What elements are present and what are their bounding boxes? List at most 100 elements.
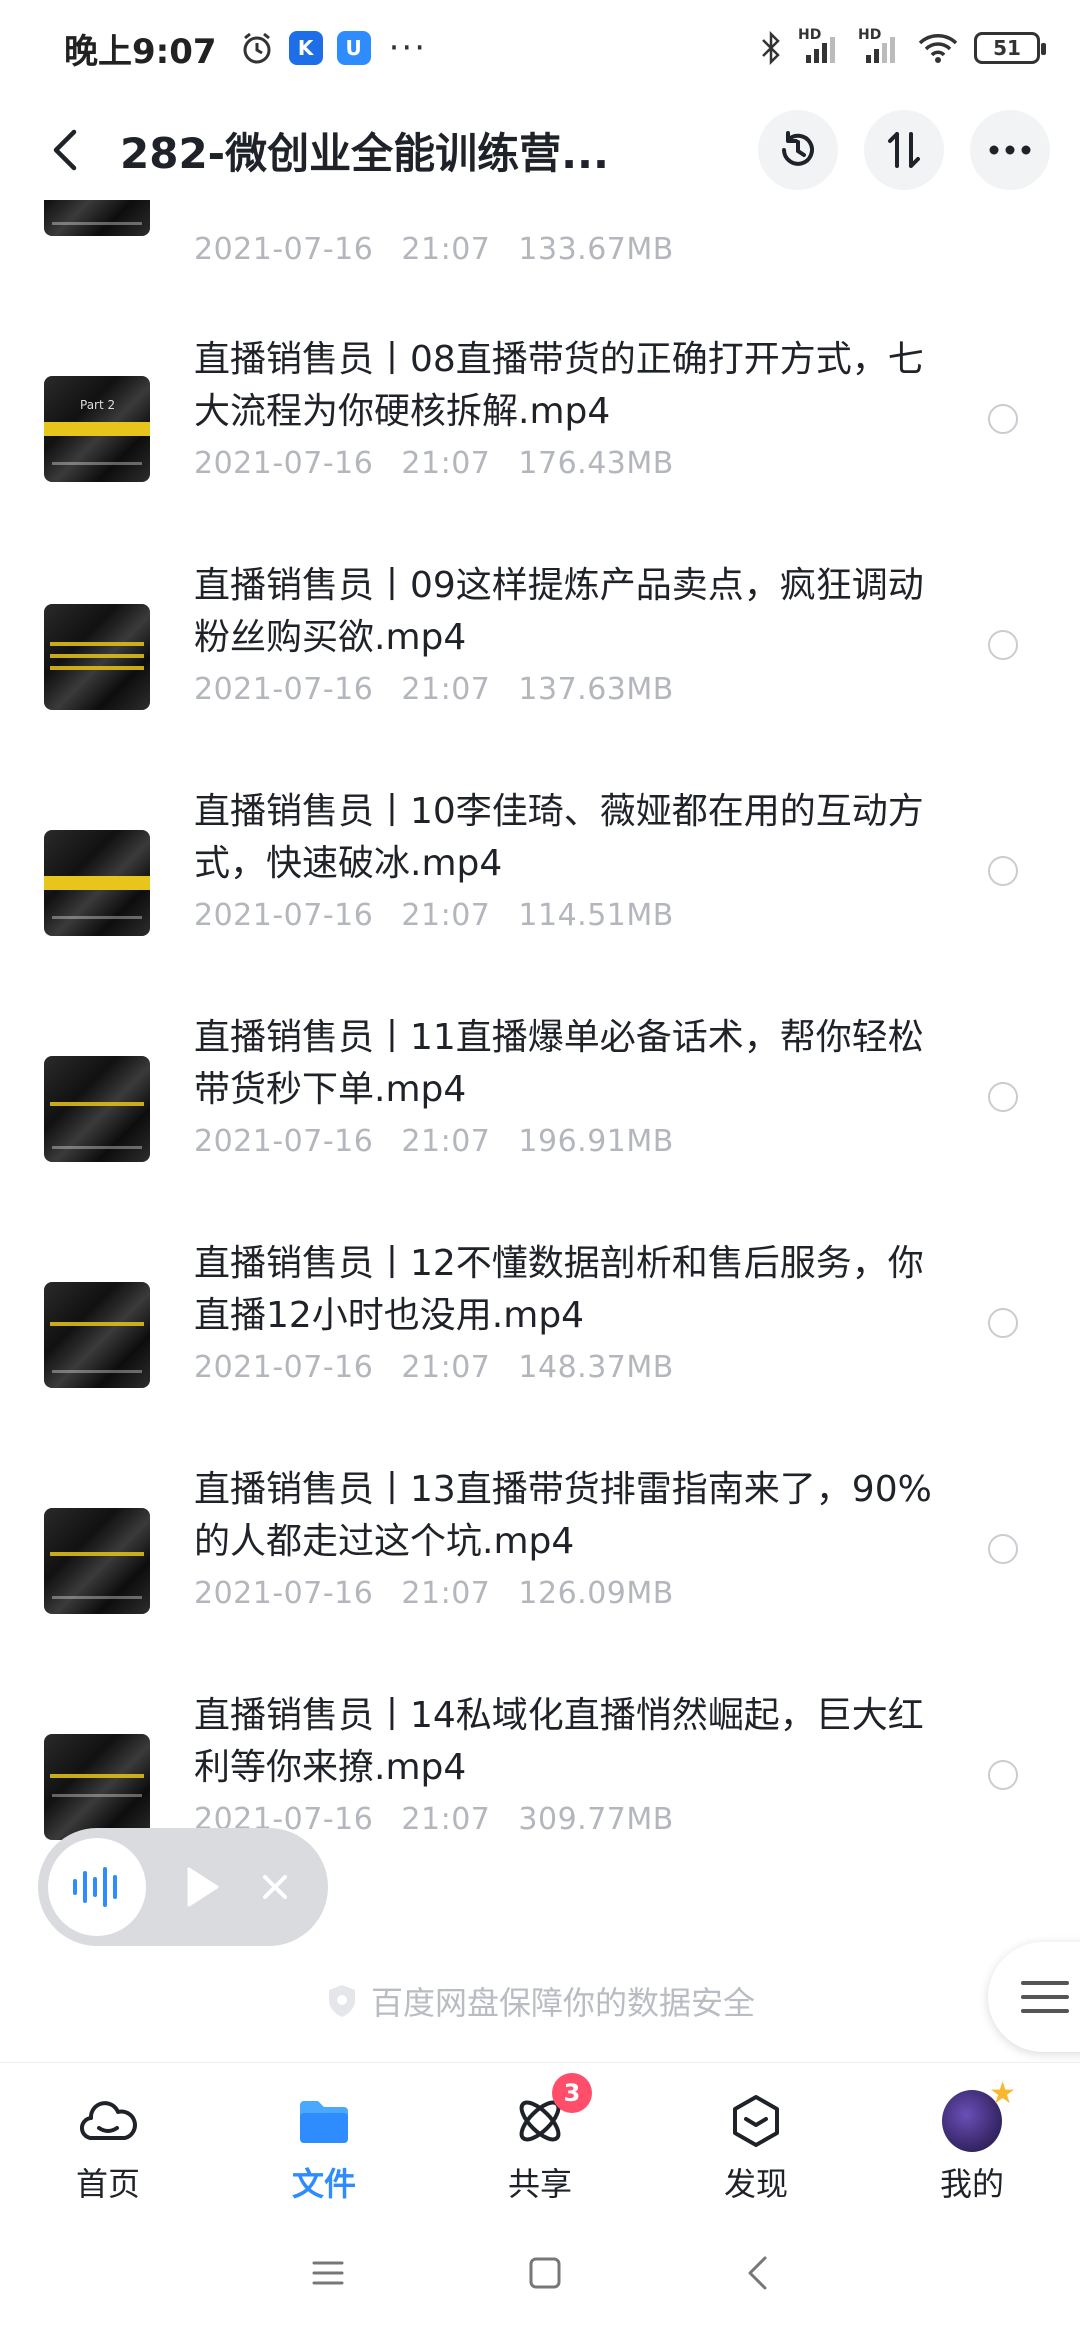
nav-label-home: 首页 [75,2165,140,2203]
file-date: 2021-07-16 [194,446,374,481]
status-bar: 晚上9:07 K U ··· HD HD 51 [0,0,1080,96]
more-icon [989,145,1031,155]
menu-lines-icon [312,2261,344,2285]
audio-wave-icon [73,1867,117,1907]
close-icon [263,1875,287,1899]
security-note: 百度网盘保障你的数据安全 [0,1978,1080,2024]
alarm-icon [243,32,271,64]
nav-share[interactable]: 3 共享 [432,2063,648,2210]
back-triangle-icon [748,2256,767,2290]
file-date: 2021-07-16 [194,1576,374,1611]
file-item[interactable]: 2021-07-16 21:07 133.67MB [0,200,1080,296]
video-thumbnail [44,1734,150,1840]
file-date: 2021-07-16 [194,898,374,933]
file-meta: 2021-07-16 21:07 133.67MB [194,232,674,267]
system-nav-bar [0,2210,1080,2340]
file-name: 直播销售员丨12不懂数据剖析和售后服务，你直播12小时也没用.mp4 [194,1243,924,1336]
file-time: 21:07 [401,446,491,481]
wifi-icon [918,34,958,63]
nav-label-share: 共享 [507,2165,572,2203]
bottom-nav: 首页 文件 3 共享 发现 ★ 我的 [0,2062,1080,2210]
home-icon [78,2091,138,2151]
file-size: 114.51MB [518,898,674,933]
file-date: 2021-07-16 [194,672,374,707]
nav-label-profile: 我的 [939,2165,1004,2203]
video-thumbnail [44,1056,150,1162]
share-badge: 3 [552,2073,592,2113]
file-name: 直播销售员丨09这样提炼产品卖点，疯狂调动粉丝购买欲.mp4 [194,565,924,658]
discover-icon [726,2091,786,2151]
system-home-button[interactable] [528,2256,562,2294]
nav-discover[interactable]: 发现 [648,2063,864,2210]
close-player-button[interactable] [250,1862,300,1912]
file-meta: 2021-07-16 21:07 148.37MB [194,1350,674,1385]
battery-indicator: 51 [974,32,1046,64]
folder-icon [294,2091,354,2151]
select-radio[interactable] [988,1308,1018,1338]
file-date: 2021-07-16 [194,1124,374,1159]
more-button[interactable] [970,110,1050,190]
signal-1-icon: HD [798,27,842,65]
file-size: 137.63MB [518,672,674,707]
file-time: 21:07 [401,1802,491,1837]
shield-icon [328,1985,355,2017]
back-button[interactable] [40,120,90,180]
video-thumbnail [44,604,150,710]
file-time: 21:07 [401,1124,491,1159]
star-icon: ★ [989,2076,1016,2111]
nav-profile[interactable]: ★ 我的 [864,2063,1080,2210]
file-item[interactable]: 直播销售员丨12不懂数据剖析和售后服务，你直播12小时也没用.mp4 2021-… [0,1238,1080,1464]
file-name: 直播销售员丨11直播爆单必备话术，帮你轻松带货秒下单.mp4 [194,1017,924,1110]
file-time: 21:07 [401,898,491,933]
sort-icon [888,132,920,168]
app-u-icon: U [336,31,371,65]
header-actions [758,110,1050,190]
select-radio[interactable] [988,856,1018,886]
file-date: 2021-07-16 [194,1350,374,1385]
select-radio[interactable] [988,1082,1018,1112]
security-note-text: 百度网盘保障你的数据安全 [370,1984,755,2022]
file-size: 133.67MB [518,232,674,267]
video-thumbnail [44,1508,150,1614]
bluetooth-icon [762,31,780,65]
status-more-dots: ··· [388,28,428,68]
file-meta: 2021-07-16 21:07 176.43MB [194,446,674,481]
file-item[interactable]: 直播销售员丨09这样提炼产品卖点，疯狂调动粉丝购买欲.mp4 2021-07-1… [0,560,1080,786]
system-menu-button[interactable] [311,2259,345,2291]
audio-mini-player[interactable] [38,1828,328,1946]
history-button[interactable] [758,110,838,190]
file-name: 直播销售员丨10李佳琦、薇娅都在用的互动方式，快速破冰.mp4 [194,791,924,884]
nav-files[interactable]: 文件 [216,2063,432,2210]
play-icon [187,1867,219,1907]
file-name: 直播销售员丨14私域化直播悄然崛起，巨大红利等你来撩.mp4 [194,1695,924,1788]
play-button[interactable] [178,1862,228,1912]
file-item[interactable]: 直播销售员丨10李佳琦、薇娅都在用的互动方式，快速破冰.mp4 2021-07-… [0,786,1080,1012]
avatar-wrapper: ★ [942,2076,1016,2152]
file-size: 126.09MB [518,1576,674,1611]
file-meta: 2021-07-16 21:07 126.09MB [194,1576,674,1611]
select-radio[interactable] [988,630,1018,660]
file-meta: 2021-07-16 21:07 196.91MB [194,1124,674,1159]
file-item[interactable]: 直播销售员丨13直播带货排雷指南来了，90%的人都走过这个坑.mp4 2021-… [0,1464,1080,1690]
select-radio[interactable] [988,1760,1018,1790]
thumbnail-text: Part 2 [80,398,116,412]
nav-label-discover: 发现 [723,2165,788,2203]
file-list: 2021-07-16 21:07 133.67MB Part 2 直播销售员丨0… [0,200,1080,2060]
header: 282-微创业全能训练营... [0,100,1080,200]
file-meta: 2021-07-16 21:07 137.63MB [194,672,674,707]
file-time: 21:07 [401,232,491,267]
sort-button[interactable] [864,110,944,190]
select-radio[interactable] [988,1534,1018,1564]
file-time: 21:07 [401,1576,491,1611]
select-radio[interactable] [988,404,1018,434]
system-back-button[interactable] [745,2255,769,2295]
nav-home[interactable]: 首页 [0,2063,216,2210]
file-item[interactable]: Part 2 直播销售员丨08直播带货的正确打开方式，七大流程为你硬核拆解.mp… [0,334,1080,560]
status-system-icons: HD HD 51 [760,27,1046,65]
status-notification-icons: K U [239,30,371,66]
file-name: 直播销售员丨13直播带货排雷指南来了，90%的人都走过这个坑.mp4 [194,1469,932,1562]
page-title: 282-微创业全能训练营... [120,128,609,178]
audio-wave-button[interactable] [48,1838,146,1936]
avatar: ★ [942,2076,1016,2152]
file-item[interactable]: 直播销售员丨11直播爆单必备话术，帮你轻松带货秒下单.mp4 2021-07-1… [0,1012,1080,1238]
